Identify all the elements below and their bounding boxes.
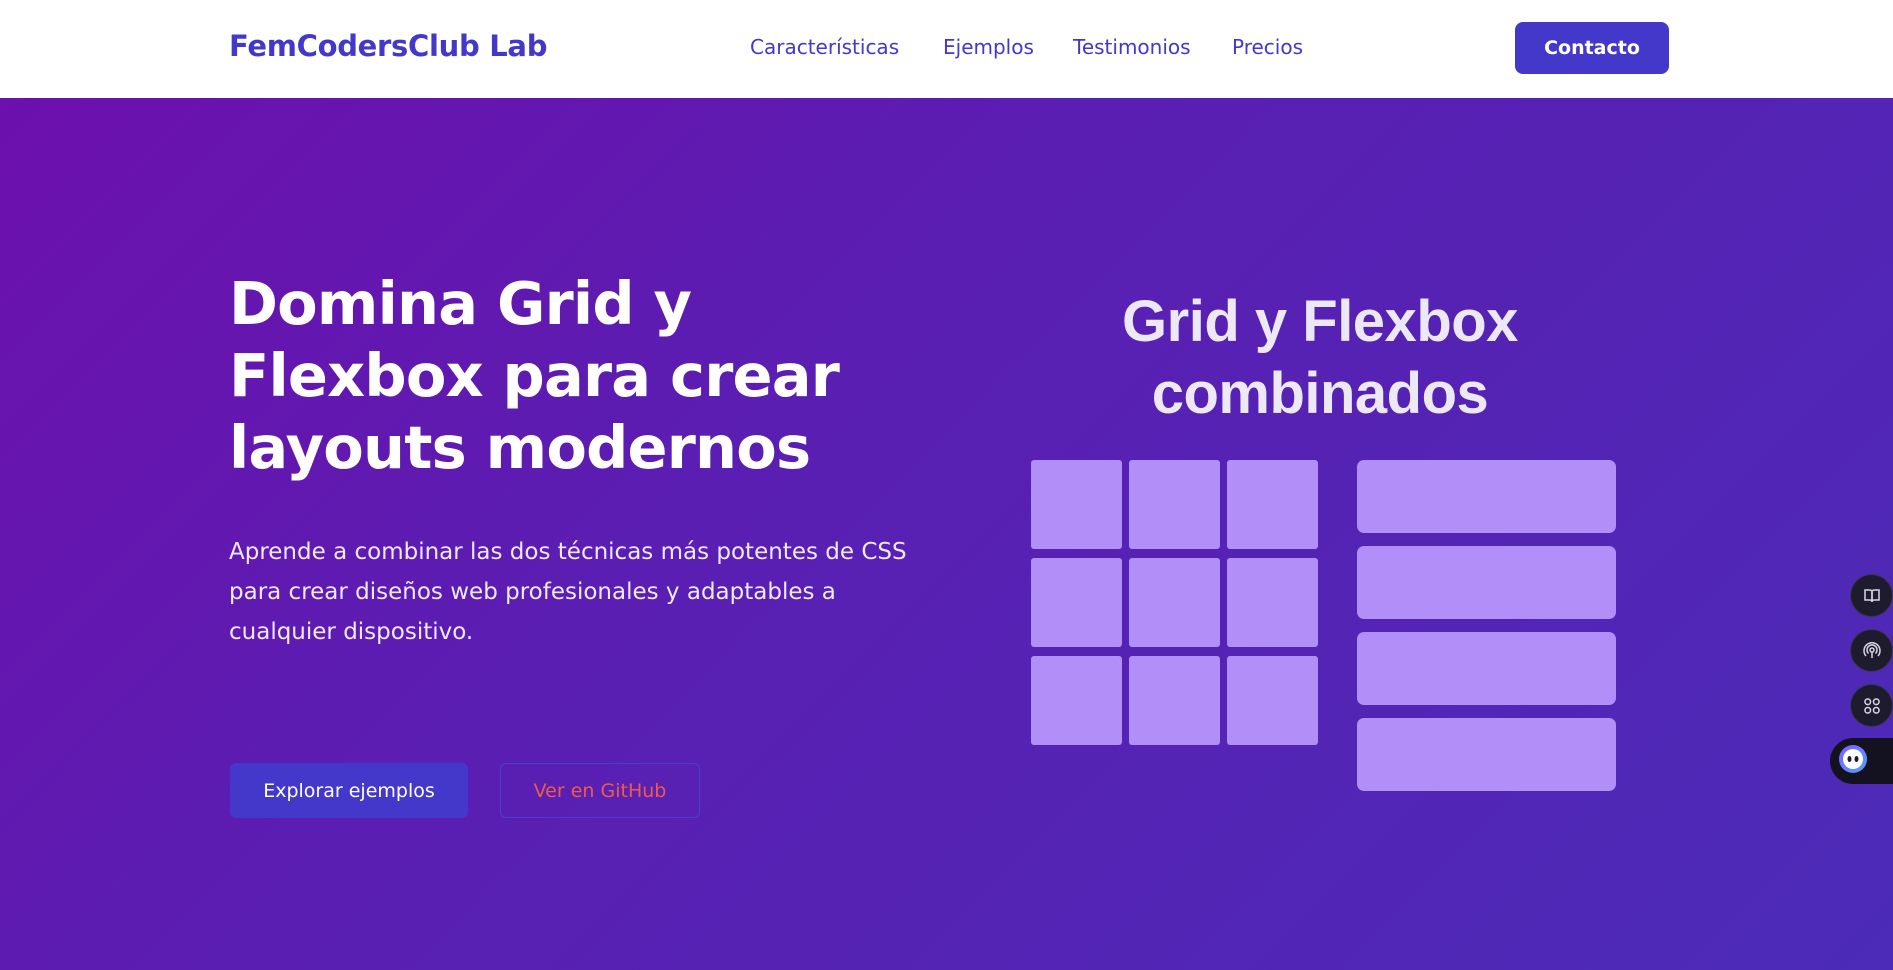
grid-tile (1031, 460, 1122, 549)
nav-link-precios[interactable]: Precios (1232, 35, 1303, 59)
grid-illustration (1031, 460, 1318, 745)
flexbox-illustration (1357, 460, 1616, 791)
grid-tile (1227, 656, 1318, 745)
grid-tile (1031, 656, 1122, 745)
grid-tile (1227, 558, 1318, 647)
github-button[interactable]: Ver en GitHub (500, 763, 700, 818)
nav-link-testimonios[interactable]: Testimonios (1073, 35, 1191, 59)
flex-bar (1357, 460, 1616, 533)
site-logo[interactable]: FemCodersClub Lab (229, 29, 547, 63)
navbar: FemCodersClub Lab Características Ejempl… (0, 0, 1893, 98)
hero-section: Domina Grid y Flexbox para crear layouts… (0, 98, 1893, 970)
nav-link-ejemplos[interactable]: Ejemplos (943, 35, 1034, 59)
explore-examples-button[interactable]: Explorar ejemplos (230, 763, 468, 818)
hero-title: Domina Grid y Flexbox para crear layouts… (229, 269, 840, 482)
nav-link-caracteristicas[interactable]: Características (750, 35, 899, 59)
apps-grid-icon[interactable] (1850, 684, 1893, 727)
assistant-face-icon (1838, 744, 1868, 778)
assistant-launcher[interactable] (1830, 738, 1893, 784)
flex-bar (1357, 632, 1616, 705)
flex-bar (1357, 718, 1616, 791)
contact-button[interactable]: Contacto (1515, 22, 1669, 74)
grid-tile (1227, 460, 1318, 549)
hero-subtitle: Aprende a combinar las dos técnicas más … (229, 539, 907, 645)
grid-tile (1031, 558, 1122, 647)
broadcast-icon[interactable] (1850, 629, 1893, 672)
book-icon[interactable] (1850, 574, 1893, 617)
grid-tile (1129, 460, 1220, 549)
visual-title: Grid y Flexbox combinados (1122, 289, 1518, 426)
grid-tile (1129, 558, 1220, 647)
grid-tile (1129, 656, 1220, 745)
flex-bar (1357, 546, 1616, 619)
